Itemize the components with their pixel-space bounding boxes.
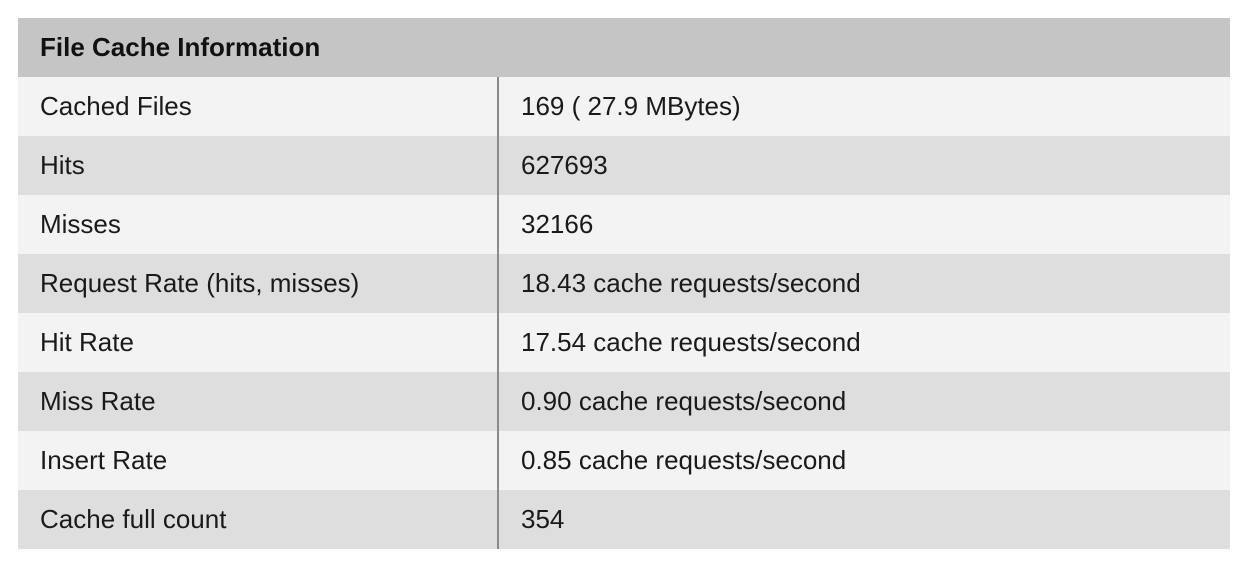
- table-row: Cached Files 169 ( 27.9 MBytes): [18, 77, 1230, 136]
- table-row: Cache full count 354: [18, 490, 1230, 549]
- row-label: Hit Rate: [18, 313, 498, 372]
- row-label: Hits: [18, 136, 498, 195]
- row-value: 627693: [498, 136, 1230, 195]
- table-row: Misses 32166: [18, 195, 1230, 254]
- row-label: Cached Files: [18, 77, 498, 136]
- row-value: 0.85 cache requests/second: [498, 431, 1230, 490]
- row-label: Cache full count: [18, 490, 498, 549]
- row-label: Miss Rate: [18, 372, 498, 431]
- row-label: Insert Rate: [18, 431, 498, 490]
- table-header-row: File Cache Information: [18, 18, 1230, 77]
- file-cache-info-table: File Cache Information Cached Files 169 …: [18, 18, 1230, 549]
- row-value: 32166: [498, 195, 1230, 254]
- table-row: Miss Rate 0.90 cache requests/second: [18, 372, 1230, 431]
- table-row: Hits 627693: [18, 136, 1230, 195]
- table-row: Request Rate (hits, misses) 18.43 cache …: [18, 254, 1230, 313]
- row-value: 17.54 cache requests/second: [498, 313, 1230, 372]
- row-label: Misses: [18, 195, 498, 254]
- table-row: Hit Rate 17.54 cache requests/second: [18, 313, 1230, 372]
- row-value: 169 ( 27.9 MBytes): [498, 77, 1230, 136]
- table-title: File Cache Information: [18, 18, 1230, 77]
- row-value: 0.90 cache requests/second: [498, 372, 1230, 431]
- row-value: 18.43 cache requests/second: [498, 254, 1230, 313]
- row-label: Request Rate (hits, misses): [18, 254, 498, 313]
- row-value: 354: [498, 490, 1230, 549]
- table-row: Insert Rate 0.85 cache requests/second: [18, 431, 1230, 490]
